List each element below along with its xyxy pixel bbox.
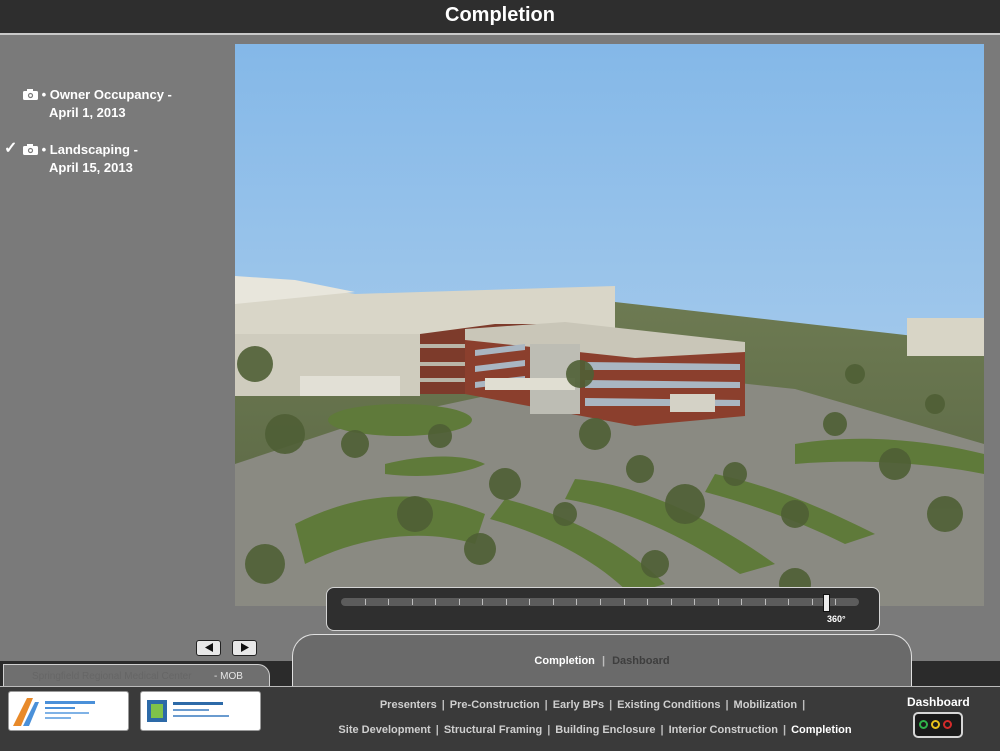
slider-tick — [600, 599, 601, 605]
footer-nav-separator: | — [802, 699, 806, 711]
slider-tick — [388, 599, 389, 605]
slider-tick — [459, 599, 460, 605]
slider-tick — [435, 599, 436, 605]
slider-tick — [788, 599, 789, 605]
slider-tick — [529, 599, 530, 605]
footer-nav-link-structural-framing[interactable]: Structural Framing — [444, 724, 542, 736]
camera-icon — [23, 89, 38, 100]
project-name: Springfield Regional Medical Center — [32, 671, 192, 682]
slider-tick — [741, 599, 742, 605]
slider-tick — [412, 599, 413, 605]
yellow-status-lamp-icon — [931, 720, 940, 729]
checkmark-icon: ✓ — [4, 140, 18, 157]
footer-nav-link-building-enclosure[interactable]: Building Enclosure — [555, 724, 655, 736]
page-title: Completion — [445, 4, 555, 26]
footer-nav-separator: | — [441, 699, 445, 711]
green-status-lamp-icon — [919, 720, 928, 729]
footer-nav-link-mobilization[interactable]: Mobilization — [734, 699, 798, 711]
red-status-lamp-icon — [943, 720, 952, 729]
footer-nav-link-presenters[interactable]: Presenters — [380, 699, 437, 711]
rotation-slider-thumb[interactable] — [823, 594, 830, 612]
rendering-viewport[interactable] — [235, 44, 984, 606]
dashboard-label: Dashboard — [907, 695, 970, 709]
slider-tick — [671, 599, 672, 605]
partner-logo-1 — [8, 691, 129, 731]
footer-nav-row-2: Site Development | Structural Framing | Buil… — [300, 724, 890, 736]
rotation-slider-label: 360° — [827, 614, 846, 624]
camera-icon — [23, 144, 38, 155]
rotation-slider-panel: 360° — [326, 587, 880, 631]
footer-nav-separator: | — [725, 699, 729, 711]
slider-tick — [482, 599, 483, 605]
milestone-date: April 1, 2013 — [49, 105, 126, 120]
footer-nav-link-interior-construction[interactable]: Interior Construction — [669, 724, 778, 736]
slider-tick — [647, 599, 648, 605]
slider-tick — [624, 599, 625, 605]
slider-tick — [365, 599, 366, 605]
footer-nav-separator: | — [660, 724, 664, 736]
milestone-label: • Landscaping - — [41, 142, 138, 157]
arrow-left-icon — [204, 643, 213, 652]
building-rendering-image — [235, 44, 984, 606]
project-suffix: - MOB — [214, 671, 243, 682]
slider-tick — [506, 599, 507, 605]
arrow-right-icon — [240, 643, 249, 652]
partner-logo-2 — [140, 691, 261, 731]
footer-nav-row-1: Presenters | Pre-Construction | Early BPs | Ex… — [300, 699, 890, 711]
milestone-label: • Owner Occupancy - — [41, 87, 172, 102]
footer-nav-link-completion[interactable]: Completion — [791, 724, 852, 736]
subnav-current: Completion — [534, 655, 595, 667]
subnav-separator: | — [601, 655, 606, 667]
footer-nav-link-site-development[interactable]: Site Development — [338, 724, 430, 736]
next-button[interactable] — [232, 640, 257, 656]
previous-button[interactable] — [196, 640, 221, 656]
footer-nav-separator: | — [544, 699, 548, 711]
milestone-owner-occupancy[interactable]: • Owner Occupancy - April 1, 2013 — [10, 86, 220, 122]
footer-nav-link-early-bps[interactable]: Early BPs — [553, 699, 604, 711]
title-bar: Completion — [0, 0, 1000, 35]
slider-tick — [576, 599, 577, 605]
footer-nav-separator: | — [435, 724, 439, 736]
partner-logo-1-image — [13, 698, 95, 726]
milestone-landscaping[interactable]: ✓ • Landscaping - April 15, 2013 — [4, 140, 220, 177]
slider-tick — [812, 599, 813, 605]
footer-nav-link-pre-construction[interactable]: Pre-Construction — [450, 699, 540, 711]
slider-tick — [765, 599, 766, 605]
dashboard-button[interactable] — [913, 712, 963, 738]
milestone-date: April 15, 2013 — [49, 160, 133, 175]
slider-tick — [694, 599, 695, 605]
slider-tick — [718, 599, 719, 605]
milestone-list: • Owner Occupancy - April 1, 2013 ✓ • La… — [4, 86, 220, 196]
slider-tick — [835, 599, 836, 605]
footer-nav-separator: | — [547, 724, 551, 736]
footer-nav-separator: | — [609, 699, 613, 711]
rotation-slider-track[interactable] — [341, 594, 859, 612]
footer-nav-link-existing-conditions[interactable]: Existing Conditions — [617, 699, 720, 711]
footer-nav-separator: | — [783, 724, 787, 736]
subnav-dashboard-link[interactable]: Dashboard — [612, 655, 669, 667]
partner-logo-2-image — [147, 700, 229, 722]
slider-tick — [553, 599, 554, 605]
